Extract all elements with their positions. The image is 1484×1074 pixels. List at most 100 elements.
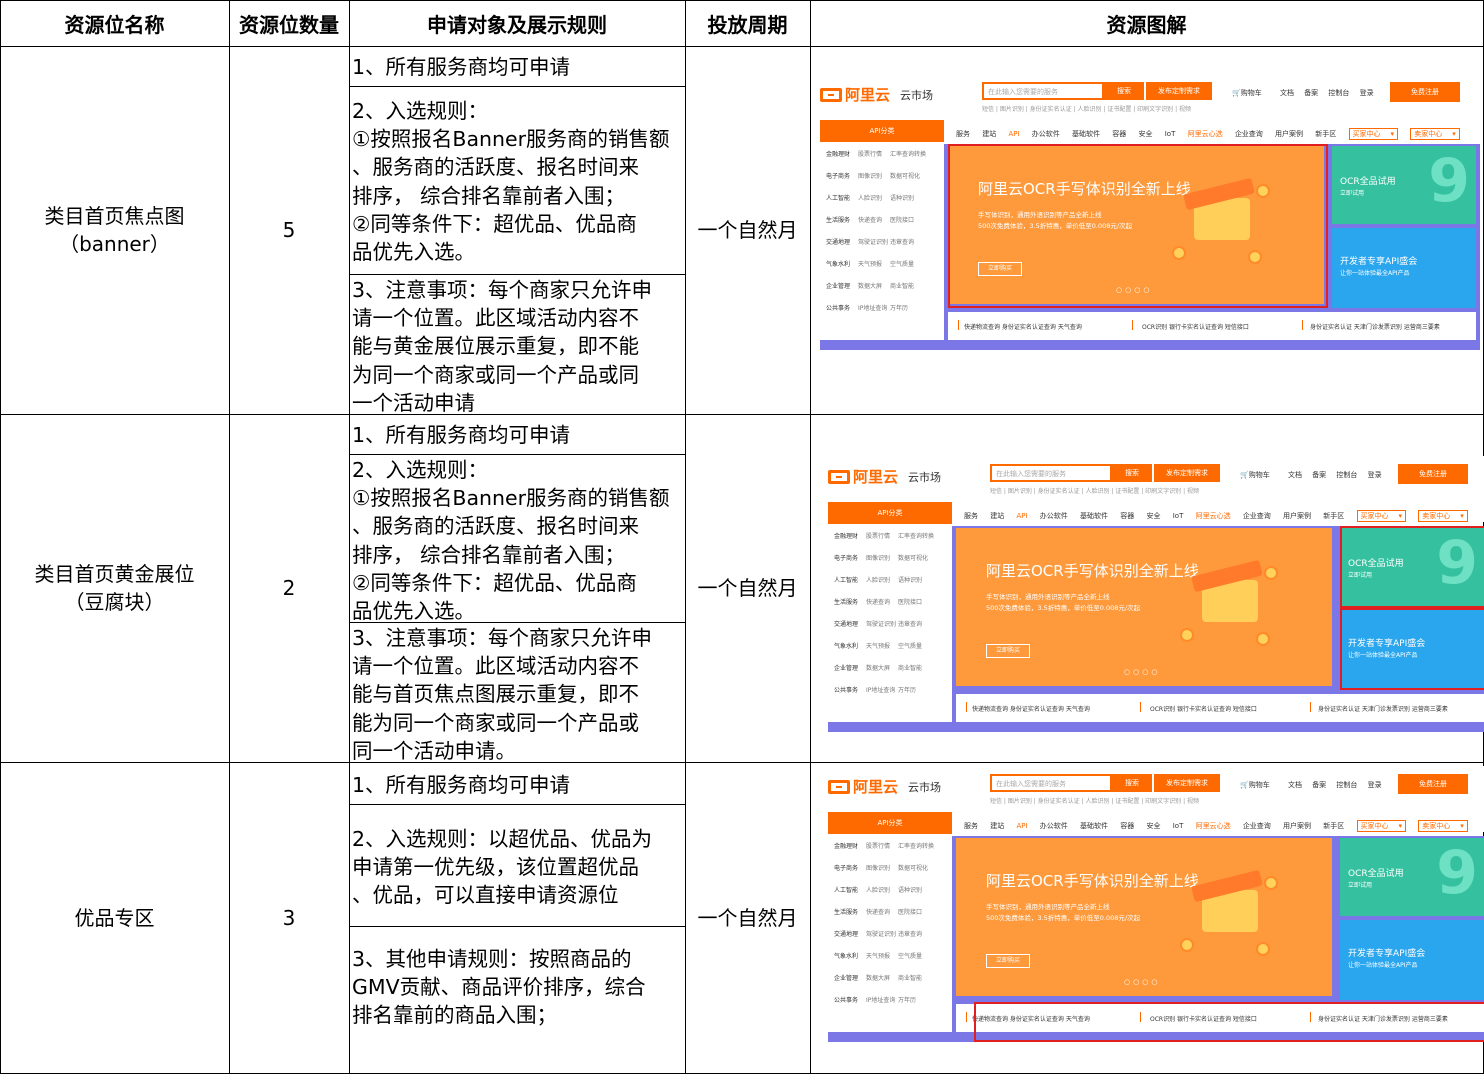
nav-item[interactable]: 建站 [990,822,1004,830]
search-input[interactable]: 在此输入您需要的服务 [990,774,1112,792]
nav-item[interactable]: 服务 [956,130,970,138]
nav-item[interactable]: 企业查询 [1235,130,1263,138]
nav-item[interactable]: 阿里云心选 [1188,130,1223,138]
nav-item[interactable]: 基础软件 [1080,512,1108,520]
nav-item[interactable]: 用户案例 [1283,512,1311,520]
category-row[interactable]: 企业管理 数据大屏 商业智能 [828,658,952,680]
console-link[interactable]: 控制台 [1336,471,1357,479]
category-row[interactable]: 电子商务 图像识别 数据可视化 [828,548,952,570]
category-row[interactable]: 公共事务 IP地址查询 万年历 [828,680,952,702]
api-event-tile[interactable]: 开发者专享API盛会 让你一站体验最全API产品 [1340,920,1484,1000]
nav-item[interactable]: 安全 [1146,512,1160,520]
api-category-button[interactable]: API分类 [828,502,952,524]
category-row[interactable]: 金融理财 股票行情 汇率查询转换 [820,144,944,166]
hot-words[interactable]: 短信 | 图片识别 | 身份证实名认证 | 人脸识别 | 证书配置 | 印刷文字… [982,104,1191,113]
hot-words[interactable]: 短信 | 图片识别 | 身份证实名认证 | 人脸识别 | 证书配置 | 印刷文字… [990,796,1199,805]
docs-link[interactable]: 文档 [1288,781,1302,789]
seller-center-select[interactable]: 卖家中心 ▾ [1418,820,1468,832]
buyer-center-select[interactable]: 买家中心 ▾ [1348,128,1399,140]
cart-link[interactable]: 🛒购物车 [1240,471,1278,479]
search-input[interactable]: 在此输入您需要的服务 [982,82,1104,100]
strip-item[interactable]: 身份证实名认证 天津门诊发票识别 运营商三要素 [1310,322,1440,331]
nav-item[interactable]: 阿里云心选 [1196,512,1231,520]
login-link[interactable]: 登录 [1368,471,1382,479]
login-link[interactable]: 登录 [1368,781,1382,789]
category-row[interactable]: 交通地理 驾驶证识别 违章查询 [820,232,944,254]
nav-item[interactable]: 容器 [1120,512,1134,520]
category-row[interactable]: 人工智能 人脸识别 语种识别 [828,880,952,902]
carousel-dots[interactable]: ○○○○ [1124,668,1160,676]
nav-item[interactable]: 基础软件 [1080,822,1108,830]
nav-item[interactable]: 阿里云心选 [1196,822,1231,830]
nav-item[interactable]: 容器 [1120,822,1134,830]
nav-item[interactable]: API [1016,512,1027,520]
nav-item[interactable]: IoT [1173,822,1184,830]
category-row[interactable]: 金融理财 股票行情 汇率查询转换 [828,836,952,858]
register-button[interactable]: 免费注册 [1398,774,1468,794]
category-row[interactable]: 人工智能 人脸识别 语种识别 [828,570,952,592]
search-button[interactable]: 搜索 [1112,464,1152,482]
nav-item[interactable]: 用户案例 [1283,822,1311,830]
nav-item[interactable]: IoT [1165,130,1176,138]
nav-item[interactable]: 办公软件 [1040,822,1068,830]
ocr-trial-tile[interactable]: 9 OCR全品试用 立即试用 [1332,146,1476,224]
register-button[interactable]: 免费注册 [1398,464,1468,484]
nav-item[interactable]: 容器 [1112,130,1126,138]
api-category-button[interactable]: API分类 [828,812,952,834]
nav-item[interactable]: 办公软件 [1040,512,1068,520]
nav-item[interactable]: 基础软件 [1072,130,1100,138]
category-row[interactable]: 交通地理 驾驶证识别 违章查询 [828,924,952,946]
buyer-center-select[interactable]: 买家中心 ▾ [1356,510,1407,522]
seller-center-select[interactable]: 卖家中心 ▾ [1410,128,1460,140]
docs-link[interactable]: 文档 [1280,89,1294,97]
strip-item[interactable]: 身份证实名认证 天津门诊发票识别 运营商三要素 [1318,704,1448,713]
icp-link[interactable]: 备案 [1312,471,1326,479]
publish-button[interactable]: 发布定制需求 [1154,774,1220,792]
category-row[interactable]: 交通地理 驾驶证识别 违章查询 [828,614,952,636]
nav-item[interactable]: 安全 [1138,130,1152,138]
category-row[interactable]: 公共事务 IP地址查询 万年历 [828,990,952,1012]
category-row[interactable]: 气象水利 天气预报 空气质量 [820,254,944,276]
console-link[interactable]: 控制台 [1328,89,1349,97]
cart-link[interactable]: 🛒购物车 [1232,89,1270,97]
login-link[interactable]: 登录 [1360,89,1374,97]
nav-item[interactable]: 安全 [1146,822,1160,830]
category-row[interactable]: 企业管理 数据大屏 商业智能 [820,276,944,298]
nav-item[interactable]: IoT [1173,512,1184,520]
nav-item[interactable]: 服务 [964,822,978,830]
nav-item[interactable]: 服务 [964,512,978,520]
icp-link[interactable]: 备案 [1304,89,1318,97]
buyer-center-select[interactable]: 买家中心 ▾ [1356,820,1407,832]
category-row[interactable]: 生活服务 快递查询 医院接口 [828,592,952,614]
nav-item[interactable]: 新手区 [1315,130,1336,138]
banner-buy-button[interactable]: 立即购买 [986,644,1030,658]
category-row[interactable]: 电子商务 图像识别 数据可视化 [828,858,952,880]
publish-button[interactable]: 发布定制需求 [1154,464,1220,482]
category-row[interactable]: 生活服务 快递查询 医院接口 [820,210,944,232]
category-row[interactable]: 电子商务 图像识别 数据可视化 [820,166,944,188]
nav-item[interactable]: 用户案例 [1275,130,1303,138]
category-row[interactable]: 气象水利 天气预报 空气质量 [828,636,952,658]
nav-item[interactable]: 企业查询 [1243,512,1271,520]
strip-item[interactable]: OCR识别 银行卡实名认证查询 短信接口 [1150,704,1257,713]
seller-center-select[interactable]: 卖家中心 ▾ [1418,510,1468,522]
carousel-dots[interactable]: ○○○○ [1124,978,1160,986]
nav-item[interactable]: API [1016,822,1027,830]
docs-link[interactable]: 文档 [1288,471,1302,479]
focus-banner[interactable]: 阿里云OCR手写体识别全新上线 手写体识别，通用外语识别等产品全新上线 500次免… [956,528,1332,686]
hot-words[interactable]: 短信 | 图片识别 | 身份证实名认证 | 人脸识别 | 证书配置 | 印刷文字… [990,486,1199,495]
nav-item[interactable]: 新手区 [1323,822,1344,830]
category-row[interactable]: 金融理财 股票行情 汇率查询转换 [828,526,952,548]
ocr-trial-tile[interactable]: 9 OCR全品试用 立即试用 [1340,838,1484,916]
register-button[interactable]: 免费注册 [1390,82,1460,102]
nav-item[interactable]: 建站 [990,512,1004,520]
strip-item[interactable]: 快递物流查询 身份证实名认证查询 天气查询 [964,322,1082,331]
nav-item[interactable]: 建站 [982,130,996,138]
api-event-tile[interactable]: 开发者专享API盛会 让你一站体验最全API产品 [1332,228,1476,308]
nav-item[interactable]: API [1008,130,1019,138]
search-button[interactable]: 搜索 [1104,82,1144,100]
publish-button[interactable]: 发布定制需求 [1146,82,1212,100]
banner-buy-button[interactable]: 立即购买 [986,954,1030,968]
nav-item[interactable]: 企业查询 [1243,822,1271,830]
category-row[interactable]: 气象水利 天气预报 空气质量 [828,946,952,968]
